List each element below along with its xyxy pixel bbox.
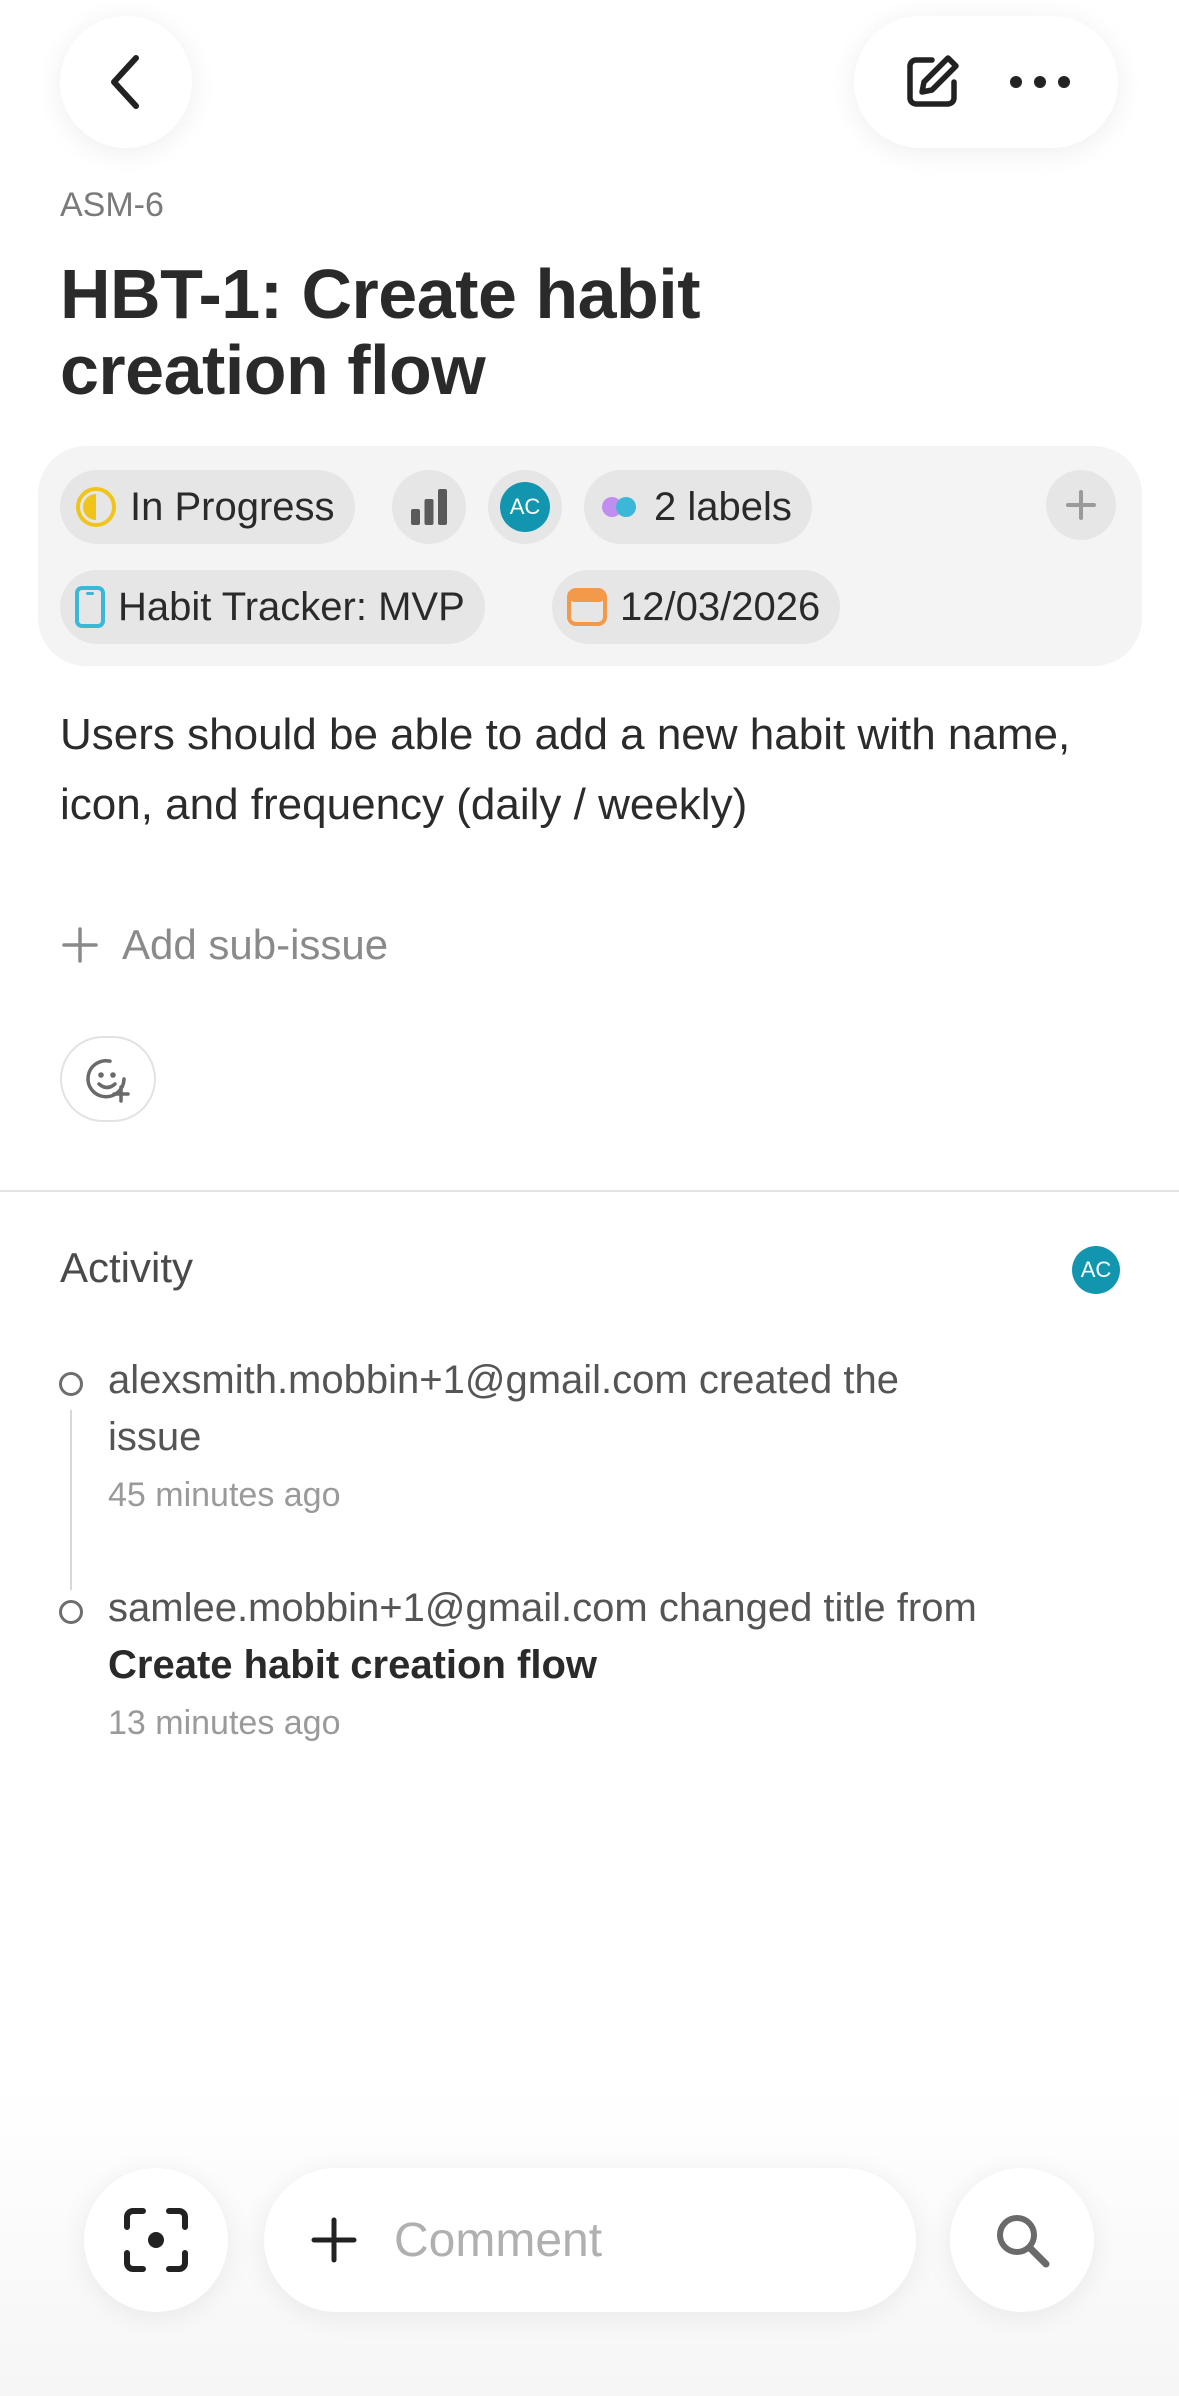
activity-item: alexsmith.mobbin+1@gmail.com created the…	[108, 1352, 1128, 1515]
plus-icon	[1066, 490, 1096, 520]
activity-item: samlee.mobbin+1@gmail.com changed title …	[108, 1580, 1128, 1743]
activity-heading: Activity	[60, 1244, 194, 1291]
emoji-add-icon	[86, 1059, 130, 1103]
due-date-chip[interactable]: 12/03/2026	[552, 570, 841, 644]
chevron-left-icon	[111, 55, 139, 109]
activity-time: 45 minutes ago	[108, 1476, 341, 1514]
add-sub-issue-button[interactable]: Add sub-issue	[60, 912, 388, 978]
activity-old-title: Create habit creation flow	[108, 1643, 597, 1687]
activity-text: alexsmith.mobbin+1@gmail.com created the…	[108, 1358, 899, 1459]
status-chip[interactable]: In Progress	[60, 470, 355, 544]
add-reaction-button[interactable]	[60, 1036, 156, 1122]
labels-icon	[598, 493, 642, 521]
properties-panel: In Progress AC 2 labels Habit Tracker: M…	[38, 446, 1142, 666]
priority-chip[interactable]	[392, 470, 466, 544]
comment-placeholder: Comment	[394, 2213, 603, 2267]
timeline-dot	[59, 1372, 83, 1396]
comment-input[interactable]: Comment	[264, 2168, 916, 2312]
assignee-chip[interactable]: AC	[488, 470, 562, 544]
activity-text: samlee.mobbin+1@gmail.com changed title …	[108, 1586, 977, 1630]
due-date-label: 12/03/2026	[620, 584, 821, 629]
ellipsis-icon	[1010, 76, 1070, 88]
in-progress-icon	[74, 485, 118, 529]
labels-text: 2 labels	[654, 484, 792, 529]
timeline-dot	[59, 1600, 83, 1624]
issue-title[interactable]: HBT-1: Create habit creation flow	[60, 256, 820, 408]
priority-bars-icon	[411, 489, 447, 525]
search-icon	[997, 2215, 1050, 2268]
add-sub-issue-label: Add sub-issue	[122, 921, 389, 968]
back-button[interactable]	[60, 16, 192, 148]
more-options-button[interactable]	[1004, 46, 1076, 118]
labels-chip[interactable]: 2 labels	[584, 470, 812, 544]
scan-button[interactable]	[84, 2168, 228, 2312]
project-label: Habit Tracker: MVP	[118, 584, 465, 629]
issue-identifier: ASM-6	[60, 186, 164, 224]
search-button[interactable]	[950, 2168, 1094, 2312]
timeline-line	[70, 1410, 72, 1590]
assignee-avatar: AC	[500, 482, 550, 532]
activity-time: 13 minutes ago	[108, 1704, 341, 1742]
edit-button[interactable]	[896, 46, 968, 118]
issue-detail-screen: ASM-6 HBT-1: Create habit creation flow …	[0, 0, 1179, 2396]
header-actions	[854, 16, 1118, 148]
calendar-icon	[566, 586, 608, 628]
edit-icon	[907, 55, 959, 107]
activity-subscriber-avatar[interactable]: AC	[1072, 1246, 1120, 1294]
phone-project-icon	[74, 585, 106, 629]
section-divider	[0, 1190, 1179, 1192]
add-property-button[interactable]	[1046, 470, 1116, 540]
status-label: In Progress	[130, 484, 335, 529]
scan-focus-icon	[124, 2208, 188, 2272]
attach-plus-icon[interactable]	[310, 2216, 358, 2264]
project-chip[interactable]: Habit Tracker: MVP	[60, 570, 485, 644]
issue-description[interactable]: Users should be able to add a new habit …	[60, 700, 1120, 840]
plus-icon	[60, 925, 100, 965]
